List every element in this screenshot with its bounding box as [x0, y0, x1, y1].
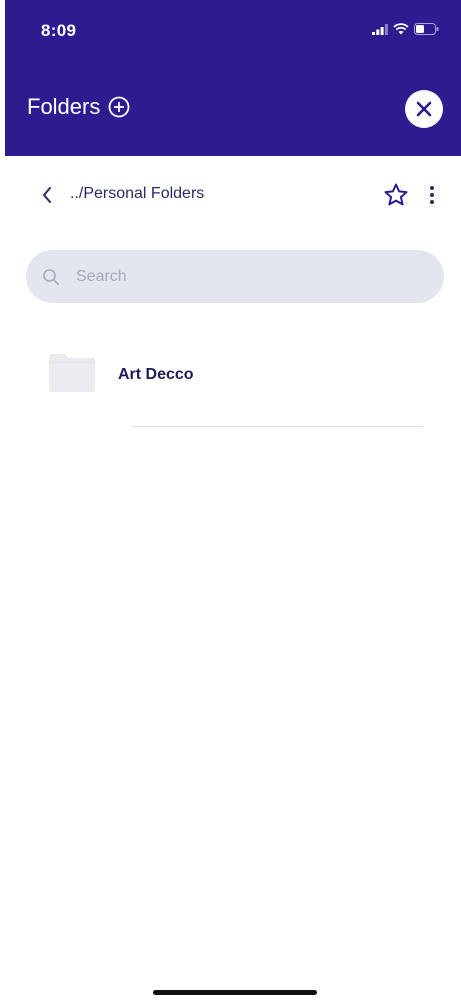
status-icons	[372, 22, 439, 40]
add-folder-button[interactable]	[107, 95, 131, 119]
signal-icon	[372, 22, 388, 40]
more-vertical-icon	[430, 186, 434, 204]
close-icon	[416, 101, 432, 117]
favorite-button[interactable]	[382, 181, 410, 209]
breadcrumb[interactable]: ../Personal Folders	[70, 185, 204, 203]
search-bar[interactable]	[26, 250, 444, 303]
breadcrumb-bar: ../Personal Folders	[0, 174, 461, 216]
page-title: Folders	[27, 94, 101, 119]
folder-icon	[49, 354, 95, 392]
battery-icon	[414, 22, 439, 40]
status-time: 8:09	[41, 21, 77, 40]
close-button[interactable]	[405, 90, 443, 128]
back-button[interactable]	[38, 184, 56, 206]
wifi-icon	[393, 22, 409, 40]
app-header: 8:09 Folders	[5, 0, 461, 156]
plus-circle-icon	[108, 96, 130, 118]
folder-list-item[interactable]: Art Decco	[0, 340, 461, 410]
search-icon	[40, 266, 62, 288]
folder-name: Art Decco	[118, 366, 194, 383]
list-divider	[131, 426, 423, 427]
header-title-row: Folders	[27, 94, 131, 120]
home-indicator[interactable]	[153, 990, 317, 995]
chevron-left-icon	[43, 187, 51, 203]
more-options-button[interactable]	[425, 182, 439, 208]
search-input[interactable]	[74, 266, 418, 287]
star-outline-icon	[384, 183, 408, 206]
